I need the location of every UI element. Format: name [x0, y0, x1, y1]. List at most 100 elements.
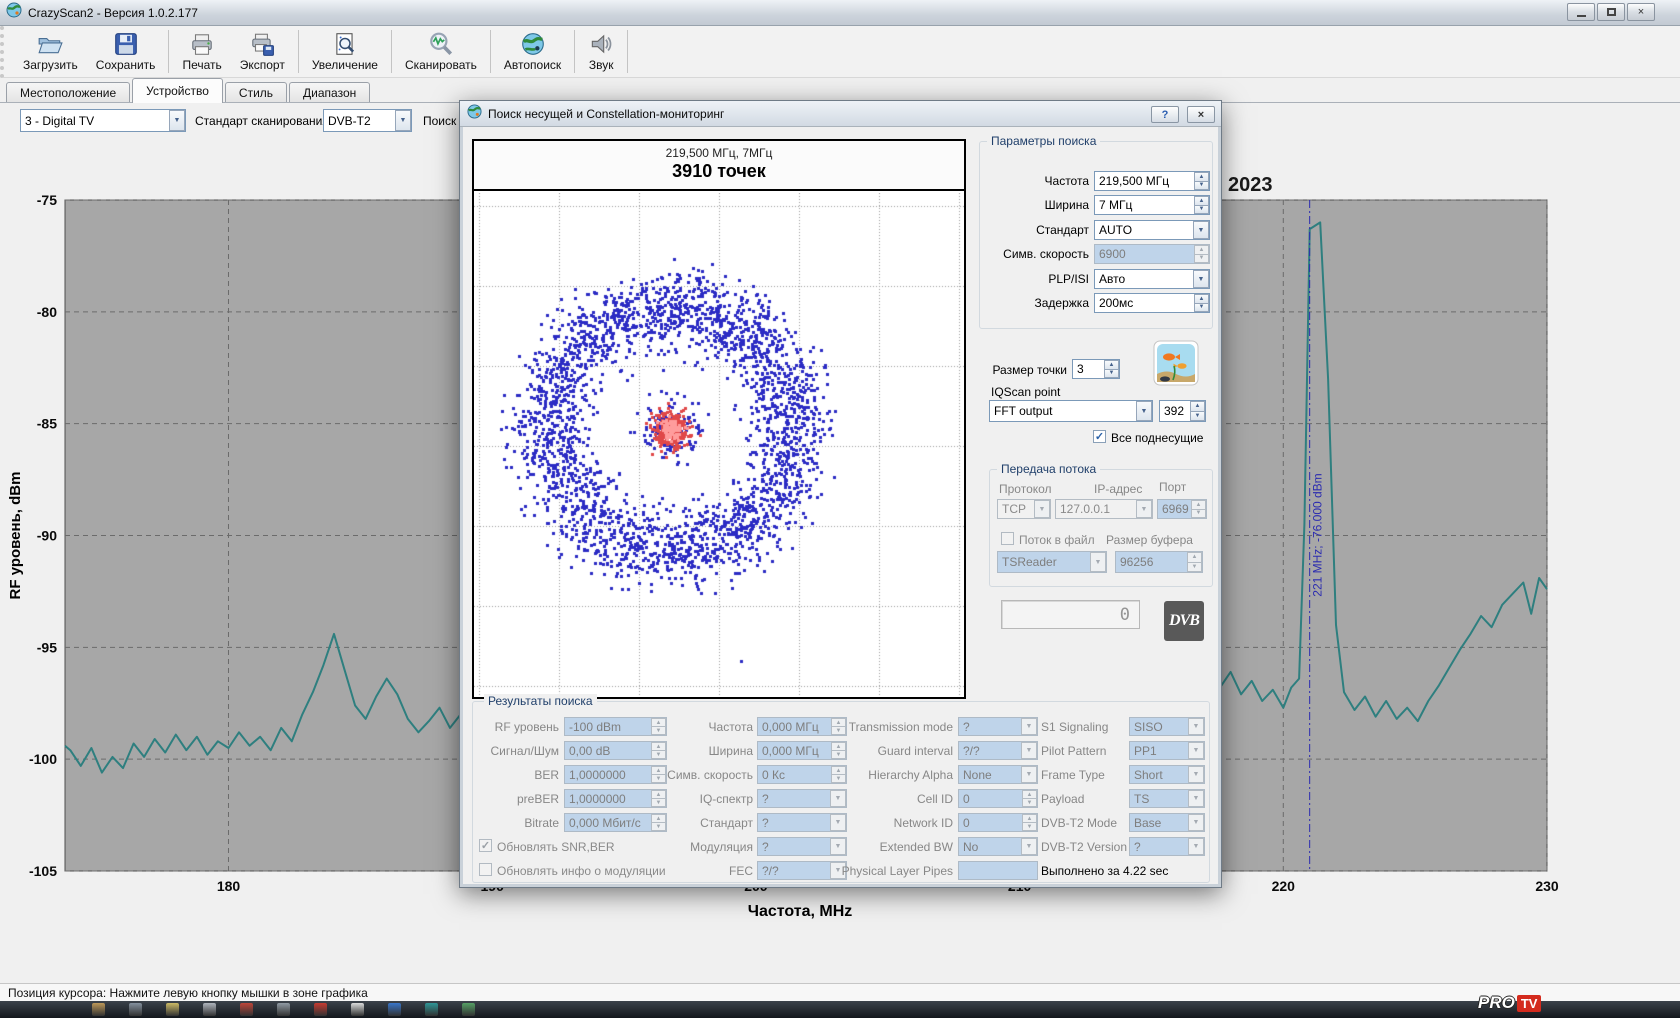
result-label-col3-1: Guard interval: [836, 744, 953, 758]
scan-standard-select[interactable]: DVB-T2 ▼: [323, 109, 412, 132]
taskbar-icon-9[interactable]: [425, 1003, 438, 1016]
tab-style[interactable]: Стиль: [225, 82, 287, 103]
iqscan-index-stepper[interactable]: 392 ▲▼: [1159, 400, 1206, 422]
taskbar-icon-4[interactable]: [240, 1003, 253, 1016]
result-field-col2-6: ?/?▼: [757, 861, 847, 880]
spin-down-icon[interactable]: ▼: [1194, 206, 1209, 215]
chevron-down-icon: ▼: [1136, 500, 1152, 518]
param-field-5[interactable]: 200мс▲▼: [1094, 293, 1210, 313]
param-value-3: 6900: [1099, 247, 1126, 261]
dialog-close-button[interactable]: ×: [1187, 106, 1215, 123]
chevron-down-icon[interactable]: ▼: [1193, 270, 1209, 288]
toolbar-button-label: Сохранить: [96, 58, 156, 72]
chevron-down-icon[interactable]: ▼: [395, 110, 411, 131]
results-checkbox-1[interactable]: [479, 863, 492, 876]
toolbar-button-speaker[interactable]: Звук: [579, 26, 623, 77]
result-value-col2-5: ?: [762, 840, 769, 854]
signal-level-value: 0: [1120, 605, 1130, 625]
taskbar-icon-1[interactable]: [129, 1003, 142, 1016]
taskbar-icon-7[interactable]: [351, 1003, 364, 1016]
spin-down-icon[interactable]: ▼: [1194, 182, 1209, 191]
param-value-2: AUTO: [1099, 223, 1132, 237]
param-field-2[interactable]: AUTO ▼: [1094, 220, 1210, 240]
iqscan-point-value: FFT output: [994, 404, 1052, 418]
result-label-col2-2: Симв. скорость: [646, 768, 753, 782]
result-label-col1-4: Bitrate: [470, 816, 559, 830]
minimize-button[interactable]: [1567, 3, 1595, 21]
stream-to-file-checkbox[interactable]: [1001, 532, 1014, 545]
toolbar-button-label: Звук: [589, 58, 614, 72]
result-field-col2-3: ?▼: [757, 789, 847, 808]
taskbar-icon-0[interactable]: [92, 1003, 105, 1016]
param-field-0[interactable]: 219,500 МГц▲▼: [1094, 171, 1210, 191]
close-button[interactable]: ×: [1627, 3, 1655, 21]
app-globe-icon: [6, 2, 22, 23]
toolbar-button-autosearch-globe[interactable]: Автопоиск: [495, 26, 570, 77]
chevron-down-icon[interactable]: ▼: [1193, 221, 1209, 239]
spin-down-icon: ▼: [1022, 823, 1037, 831]
tab-range[interactable]: Диапазон: [289, 82, 370, 103]
maximize-button[interactable]: [1597, 3, 1625, 21]
toolbar-button-export-printer[interactable]: Экспорт: [231, 26, 294, 77]
iqscan-point-select[interactable]: FFT output ▼: [989, 400, 1153, 422]
windows-taskbar[interactable]: [0, 1001, 1680, 1018]
result-field-col3-4: 0▲▼: [958, 813, 1038, 832]
chevron-down-icon: ▼: [1034, 500, 1050, 518]
taskbar-icon-8[interactable]: [388, 1003, 401, 1016]
port-value: 6969: [1162, 502, 1189, 516]
spin-up-icon: ▲: [1022, 790, 1037, 799]
results-checkbox-0[interactable]: ✓: [479, 839, 492, 852]
taskbar-icon-3[interactable]: [203, 1003, 216, 1016]
constellation-dialog[interactable]: Поиск несущей и Constellation-мониторинг…: [459, 100, 1222, 888]
result-field-col4-1: PP1▼: [1129, 741, 1205, 760]
spin-up-icon[interactable]: ▲: [1194, 172, 1209, 182]
spin-down-icon[interactable]: ▼: [1104, 370, 1119, 379]
toolbar-button-printer[interactable]: Печать: [173, 26, 230, 77]
result-label-col1-2: BER: [470, 768, 559, 782]
spin-up-icon[interactable]: ▲: [1104, 360, 1119, 370]
taskbar-icon-5[interactable]: [277, 1003, 290, 1016]
toolbar-button-open-folder[interactable]: Загрузить: [14, 26, 87, 77]
tab-device[interactable]: Устройство: [132, 78, 223, 103]
protv-watermark: PRO TV: [1478, 991, 1541, 1015]
tab-location[interactable]: Местоположение: [6, 82, 130, 103]
taskbar-icon-2[interactable]: [166, 1003, 179, 1016]
dialog-help-button[interactable]: ?: [1151, 106, 1179, 123]
spin-up-icon[interactable]: ▲: [1194, 196, 1209, 206]
spin-down-icon[interactable]: ▼: [1194, 304, 1209, 313]
toolbar-separator: [490, 30, 491, 73]
y-tick-label: -80: [37, 304, 57, 320]
ip-select: 127.0.0.1 ▼: [1055, 499, 1153, 519]
result-label-col3-6: Physical Layer Pipes: [836, 864, 953, 878]
chevron-down-icon[interactable]: ▼: [169, 110, 185, 131]
param-field-1[interactable]: 7 МГц▲▼: [1094, 195, 1210, 215]
result-label-col2-3: IQ-спектр: [646, 792, 753, 806]
buffer-size-label: Размер буфера: [1106, 533, 1193, 547]
dialog-titlebar[interactable]: Поиск несущей и Constellation-мониторинг: [460, 101, 1221, 127]
scan-magnifier-icon: [428, 31, 454, 57]
result-field-col2-2: 0 Кс▲▼: [757, 765, 847, 784]
taskbar-icon-10[interactable]: [462, 1003, 475, 1016]
point-size-stepper[interactable]: 3 ▲▼: [1072, 359, 1120, 379]
spin-up-icon[interactable]: ▲: [1194, 294, 1209, 304]
param-spin-5: ▲▼: [1194, 294, 1209, 312]
result-field-col4-3: TS▼: [1129, 789, 1205, 808]
param-field-4[interactable]: Авто▼: [1094, 269, 1210, 289]
all-subcarriers-checkbox[interactable]: ✓: [1093, 430, 1106, 443]
toolbar-button-zoom-document[interactable]: Увеличение: [303, 26, 387, 77]
chevron-down-icon[interactable]: ▼: [1136, 401, 1152, 421]
taskbar-icon-6[interactable]: [314, 1003, 327, 1016]
main-titlebar[interactable]: CrazyScan2 - Версия 1.0.2.177: [0, 0, 1680, 26]
marker-label: 221 MHz; -76.000 dBm: [1311, 473, 1325, 596]
toolbar-button-scan-magnifier[interactable]: Сканировать: [396, 26, 486, 77]
spin-up-icon[interactable]: ▲: [1190, 401, 1205, 412]
device-select[interactable]: 3 - Digital TV ▼: [20, 109, 186, 132]
tab-label: Местоположение: [20, 86, 116, 100]
toolbar-button-save-floppy[interactable]: Сохранить: [87, 26, 165, 77]
spin-down-icon[interactable]: ▼: [1190, 412, 1205, 422]
y-tick-label: -85: [37, 416, 57, 432]
protv-pro-text: PRO: [1478, 993, 1515, 1013]
toolbar-separator: [574, 30, 575, 73]
result-field-col3-2: None▼: [958, 765, 1038, 784]
result-value-col3-1: ?/?: [963, 744, 980, 758]
